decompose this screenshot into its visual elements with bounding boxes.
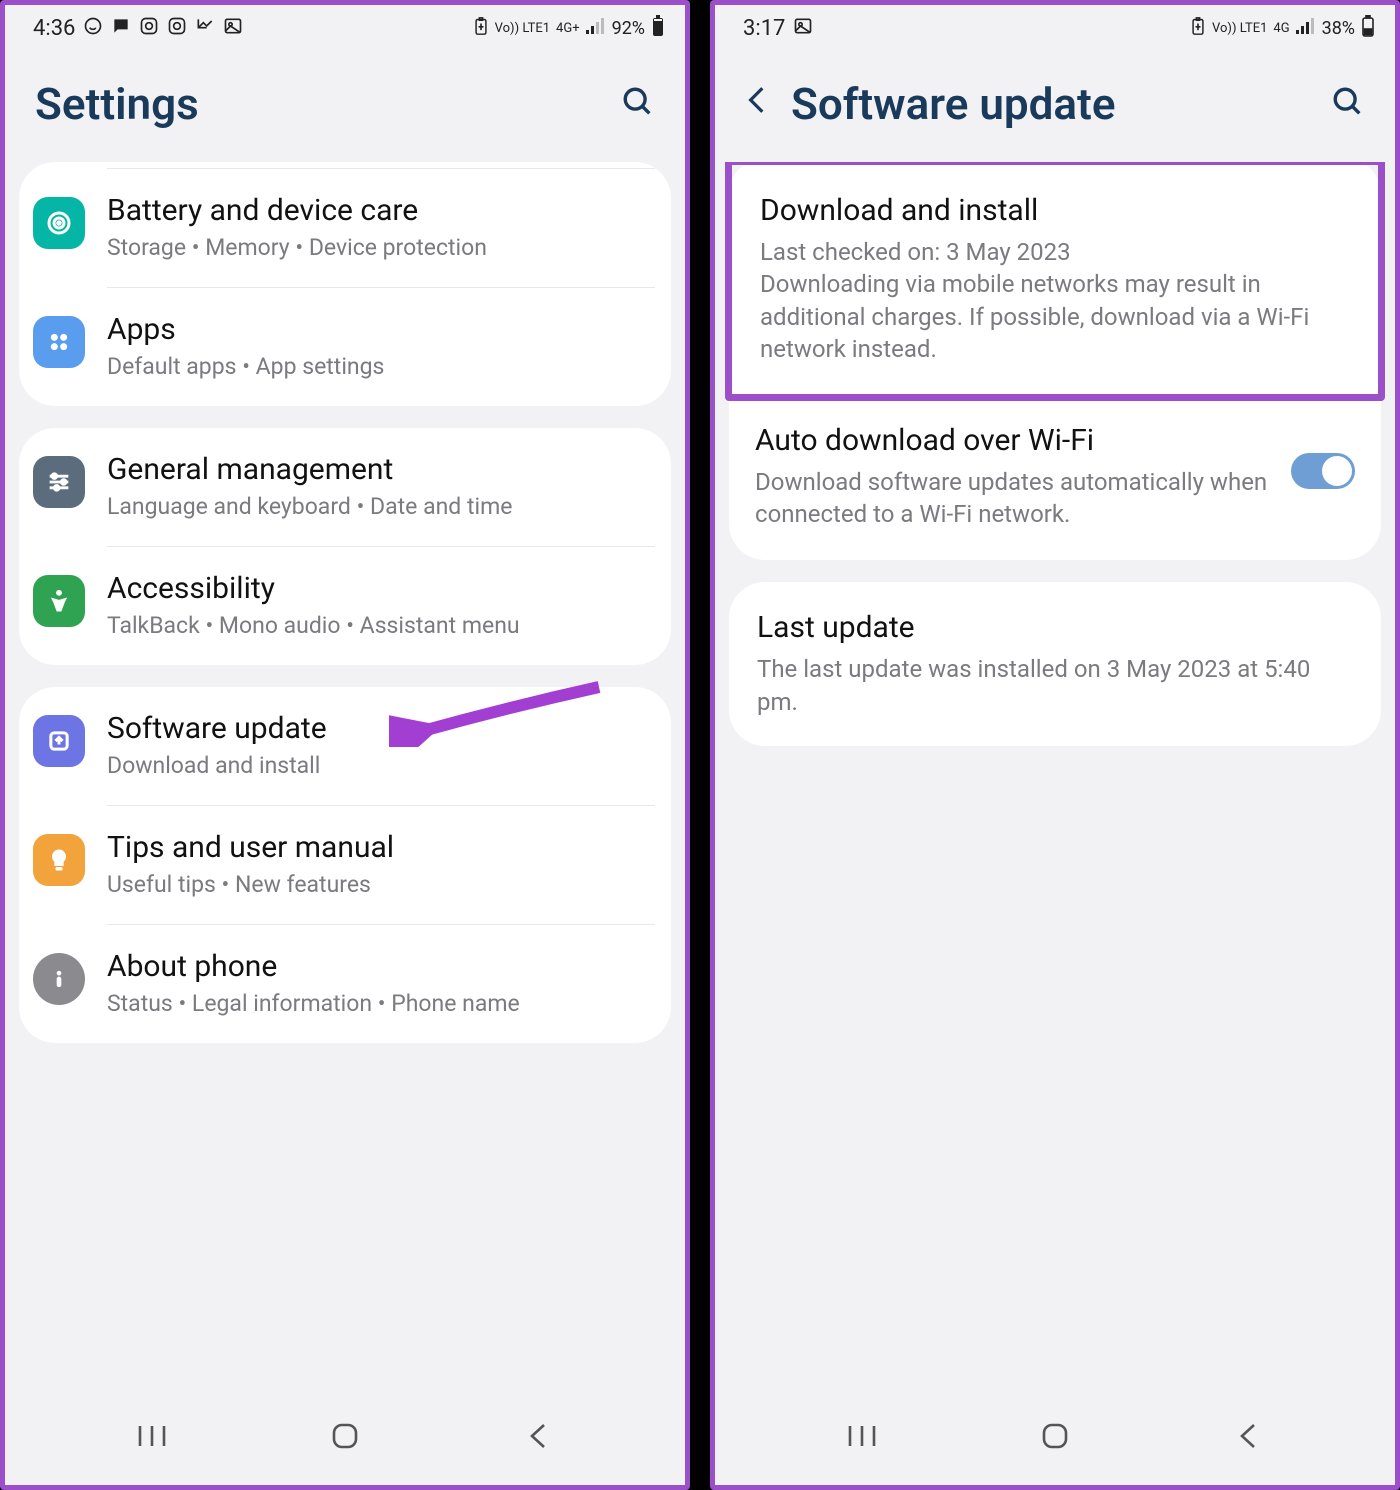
recents-button[interactable] — [843, 1417, 881, 1455]
tips-icon — [33, 834, 85, 886]
auto-download-sub: Download software updates automatically … — [755, 466, 1271, 531]
instagram-icon — [139, 16, 159, 41]
volte-label: Vo)) LTE1 — [1212, 21, 1267, 36]
last-update-card: Last update The last update was installe… — [729, 582, 1381, 746]
last-update-title: Last update — [757, 610, 1353, 645]
back-chevron-icon[interactable] — [745, 84, 769, 125]
settings-item-software-update[interactable]: Software update Download and install — [19, 687, 671, 805]
home-button[interactable] — [1036, 1417, 1074, 1455]
back-button[interactable] — [1229, 1417, 1267, 1455]
settings-item-title: About phone — [107, 949, 649, 984]
apps-icon — [33, 316, 85, 368]
settings-item-title: Accessibility — [107, 571, 649, 606]
settings-item-sub: Download and install — [107, 750, 649, 781]
settings-item-title: Software update — [107, 711, 649, 746]
auto-download-title: Auto download over Wi-Fi — [755, 423, 1271, 458]
download-install-title: Download and install — [760, 193, 1350, 228]
settings-item-sub: TalkBack • Mono audio • Assistant menu — [107, 610, 649, 641]
highlight-annotation: Download and install Last checked on: 3 … — [725, 162, 1385, 401]
status-bar: 4:36 Vo)) LTE1 4G — [5, 5, 685, 50]
battery-saver-icon — [473, 17, 489, 40]
settings-group: Battery and device care Storage • Memory… — [19, 162, 671, 406]
download-install-row[interactable]: Download and install Last checked on: 3 … — [732, 165, 1378, 394]
battery-care-icon — [33, 197, 85, 249]
signal-icon — [1296, 18, 1316, 39]
settings-item-title: Tips and user manual — [107, 830, 649, 865]
settings-item-apps[interactable]: Apps Default apps • App settings — [19, 288, 671, 406]
settings-item-battery[interactable]: Battery and device care Storage • Memory… — [19, 169, 671, 287]
nav-bar — [5, 1391, 685, 1485]
whatsapp-icon — [83, 16, 103, 41]
accessibility-icon — [33, 575, 85, 627]
auto-download-toggle[interactable] — [1291, 453, 1355, 489]
image-icon — [793, 16, 813, 41]
volte-label: Vo)) LTE1 — [495, 21, 550, 36]
phone-right: 3:17 Vo)) LTE1 4G 38% Software upd — [710, 0, 1400, 1490]
update-header: Software update — [715, 50, 1395, 162]
image-icon — [223, 16, 243, 41]
nav-bar — [715, 1391, 1395, 1485]
settings-header: Settings — [5, 50, 685, 162]
battery-saver-icon — [1190, 17, 1206, 40]
battery-icon — [651, 15, 665, 42]
back-button[interactable] — [519, 1417, 557, 1455]
update-icon — [33, 715, 85, 767]
settings-item-tips[interactable]: Tips and user manual Useful tips • New f… — [19, 806, 671, 924]
update-content: Download and install Last checked on: 3 … — [715, 162, 1395, 1391]
home-button[interactable] — [326, 1417, 364, 1455]
signal-icon — [586, 18, 606, 39]
settings-item-sub: Useful tips • New features — [107, 869, 649, 900]
settings-item-sub: Language and keyboard • Date and time — [107, 491, 649, 522]
settings-item-sub: Status • Legal information • Phone name — [107, 988, 649, 1019]
about-icon — [33, 953, 85, 1005]
network-label: 4G — [1273, 21, 1289, 36]
battery-percent: 92% — [612, 18, 645, 39]
status-time: 3:17 — [743, 16, 785, 41]
settings-group: General management Language and keyboard… — [19, 428, 671, 665]
status-bar: 3:17 Vo)) LTE1 4G 38% — [715, 5, 1395, 50]
last-update-row[interactable]: Last update The last update was installe… — [729, 582, 1381, 746]
page-title: Settings — [35, 78, 199, 130]
phone-left: 4:36 Vo)) LTE1 4G — [0, 0, 690, 1490]
update-card: Download and install Last checked on: 3 … — [729, 162, 1381, 560]
instagram-icon-2 — [167, 16, 187, 41]
search-icon[interactable] — [1331, 85, 1365, 123]
battery-icon — [1361, 15, 1375, 42]
settings-item-general[interactable]: General management Language and keyboard… — [19, 428, 671, 546]
download-last-checked: Last checked on: 3 May 2023 — [760, 236, 1350, 268]
settings-item-sub: Storage • Memory • Device protection — [107, 232, 649, 263]
download-note: Downloading via mobile networks may resu… — [760, 268, 1350, 365]
search-icon[interactable] — [621, 85, 655, 123]
settings-item-sub: Default apps • App settings — [107, 351, 649, 382]
general-icon — [33, 456, 85, 508]
settings-item-title: General management — [107, 452, 649, 487]
network-label: 4G+ — [556, 21, 580, 36]
settings-item-about[interactable]: About phone Status • Legal information •… — [19, 925, 671, 1043]
auto-download-row[interactable]: Auto download over Wi-Fi Download softwa… — [729, 397, 1381, 561]
settings-item-title: Apps — [107, 312, 649, 347]
last-update-sub: The last update was installed on 3 May 2… — [757, 653, 1353, 718]
settings-item-accessibility[interactable]: Accessibility TalkBack • Mono audio • As… — [19, 547, 671, 665]
settings-item-title: Battery and device care — [107, 193, 649, 228]
status-time: 4:36 — [33, 16, 75, 41]
settings-content: Battery and device care Storage • Memory… — [5, 162, 685, 1391]
chat-icon — [111, 16, 131, 41]
missed-call-icon — [195, 16, 215, 41]
recents-button[interactable] — [133, 1417, 171, 1455]
settings-group: Software update Download and install Tip… — [19, 687, 671, 1043]
battery-percent: 38% — [1322, 18, 1355, 39]
page-title: Software update — [791, 78, 1116, 130]
